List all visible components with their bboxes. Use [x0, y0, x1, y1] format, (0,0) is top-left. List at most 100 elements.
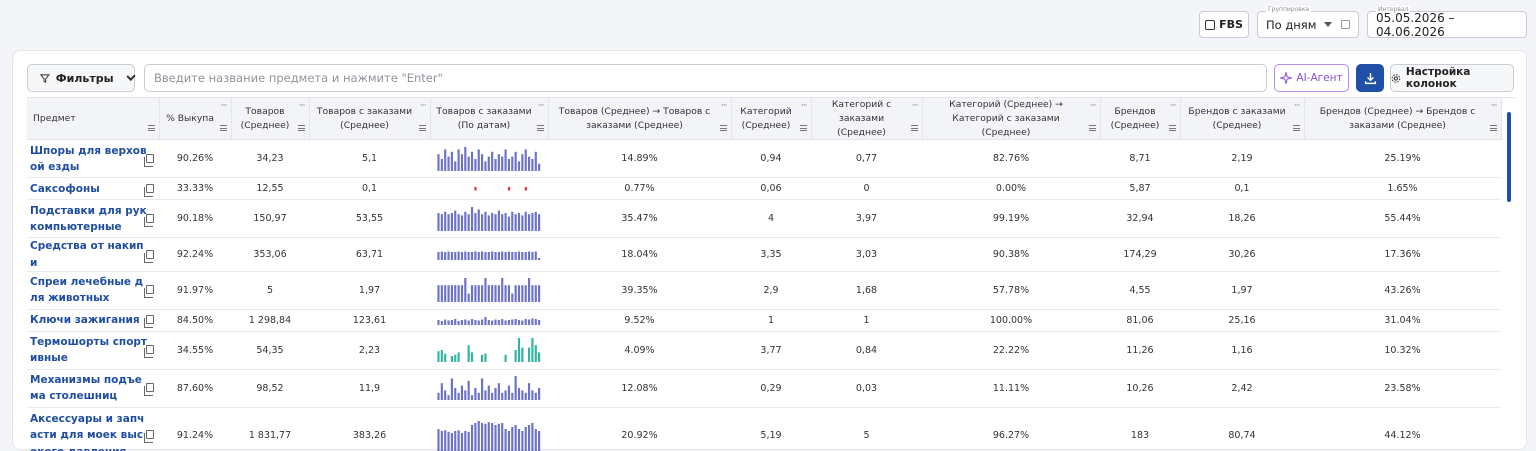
- copy-icon[interactable]: [144, 249, 154, 263]
- filters-button[interactable]: Фильтры: [27, 64, 136, 92]
- copy-icon[interactable]: [144, 285, 154, 299]
- filters-label: Фильтры: [55, 71, 114, 85]
- more-icon[interactable]: ···: [721, 100, 728, 114]
- sparkline-bar: [450, 320, 453, 326]
- table-cell-brand_ord: 1,97: [1180, 271, 1304, 310]
- table-row[interactable]: Шпоры для верховой езды 90.26% 34,23 5,1 14.…: [27, 139, 1501, 179]
- interval-field[interactable]: Интервал 05.05.2026 – 04.06.2026: [1367, 6, 1527, 39]
- sparkline-bar: [474, 251, 477, 260]
- menu-icon[interactable]: [1088, 125, 1096, 132]
- subject-cell: Термошорты спортивные: [27, 331, 159, 370]
- subject-link[interactable]: Спреи лечебные для животных: [30, 274, 148, 307]
- sparkline-bar: [538, 431, 541, 451]
- col-header[interactable]: ··· Товаров (Среднее): [231, 98, 310, 141]
- more-icon[interactable]: ···: [1090, 100, 1097, 114]
- data-table-container[interactable]: Предмет ··· % Выкупа ··· Товаров (Среднее)…: [27, 97, 1515, 451]
- download-button[interactable]: [1356, 64, 1384, 92]
- menu-icon[interactable]: [1168, 125, 1176, 132]
- menu-icon[interactable]: [1292, 125, 1300, 132]
- menu-icon[interactable]: [1489, 125, 1497, 132]
- more-icon[interactable]: ···: [1491, 100, 1498, 114]
- table-row[interactable]: Механизмы подъема столешниц 87.60% 98,52 11…: [27, 369, 1501, 408]
- sparkline-dot: [524, 186, 527, 191]
- sparkline-bar: [491, 393, 494, 401]
- subject-link[interactable]: Термошорты спортивные: [30, 334, 148, 367]
- more-icon[interactable]: ···: [912, 100, 919, 114]
- col-header[interactable]: ··· Категорий (Среднее): [731, 98, 812, 141]
- col-header[interactable]: ··· Категорий (Среднее) → Категорий с зак…: [922, 98, 1101, 141]
- table-row[interactable]: Ключи зажигания 84.50% 1 298,84 123,61 9.52%…: [27, 309, 1501, 332]
- sparkline-bar: [470, 319, 474, 326]
- grouping-select[interactable]: Группировка По дням: [1257, 6, 1359, 38]
- subject-link[interactable]: Ключи зажигания: [30, 312, 148, 328]
- col-header-label: Категорий (Среднее) → Категорий с заказа…: [949, 99, 1063, 138]
- more-icon[interactable]: ···: [221, 100, 228, 114]
- subject-link[interactable]: Средства от накипи: [30, 238, 148, 271]
- copy-icon[interactable]: [144, 345, 154, 359]
- table-cell-cat: 0,94: [731, 139, 811, 179]
- col-header[interactable]: ··· Товаров с заказами (Среднее): [309, 98, 431, 141]
- col-header[interactable]: ··· % Выкупа: [159, 98, 232, 141]
- table-row[interactable]: Термошорты спортивные 34.55% 54,35 2,23 4.09…: [27, 331, 1501, 370]
- table-row[interactable]: Средства от накипи 92.24% 353,06 63,71 18.04…: [27, 237, 1501, 272]
- copy-icon[interactable]: [144, 430, 154, 444]
- col-header[interactable]: Предмет: [27, 98, 160, 141]
- table-row[interactable]: Аксессуары и запчасти для моек высокого …: [27, 407, 1501, 451]
- sparkline-bar: [484, 390, 487, 401]
- copy-icon[interactable]: [144, 213, 154, 227]
- copy-icon[interactable]: [144, 383, 154, 397]
- subject-link[interactable]: Аксессуары и запчасти для моек высокого …: [30, 411, 148, 451]
- more-icon[interactable]: ···: [1294, 100, 1301, 114]
- menu-icon[interactable]: [297, 125, 305, 132]
- copy-icon[interactable]: [144, 153, 154, 167]
- more-icon[interactable]: ···: [801, 100, 808, 114]
- sparkline-bar: [538, 285, 541, 303]
- more-icon[interactable]: ···: [299, 100, 306, 114]
- fbs-toggle[interactable]: FBS: [1199, 11, 1249, 38]
- table-cell-brand_ord: 18,26: [1180, 199, 1304, 239]
- menu-icon[interactable]: [536, 125, 544, 132]
- sparkline-bar: [484, 317, 487, 326]
- copy-icon[interactable]: [144, 183, 154, 197]
- sparkline-bar: [531, 285, 534, 303]
- search-input[interactable]: [144, 64, 1267, 92]
- menu-icon[interactable]: [147, 125, 155, 132]
- more-icon[interactable]: ···: [538, 100, 545, 114]
- col-header[interactable]: ··· Брендов (Среднее): [1100, 98, 1181, 141]
- menu-icon[interactable]: [418, 125, 426, 132]
- col-header[interactable]: ··· Брендов (Среднее) → Брендов с заказам…: [1304, 98, 1502, 141]
- main-card: Фильтры AI-Агент Настройка колонок Предм…: [12, 50, 1527, 451]
- table-row[interactable]: Спреи лечебные для животных 91.97% 5 1,97 39…: [27, 271, 1501, 310]
- subject-link[interactable]: Механизмы подъема столешниц: [30, 372, 148, 405]
- copy-icon[interactable]: [144, 315, 154, 329]
- ai-agent-button[interactable]: AI-Агент: [1274, 64, 1349, 92]
- checkbox-icon[interactable]: [1205, 19, 1216, 30]
- sparkline-bar: [527, 156, 531, 171]
- menu-icon[interactable]: [799, 125, 807, 132]
- download-icon: [1364, 72, 1376, 84]
- menu-icon[interactable]: [910, 125, 918, 132]
- subject-link[interactable]: Шпоры для верховой езды: [30, 143, 148, 176]
- table-row[interactable]: Подставки для рук компьютерные 90.18% 150,…: [27, 199, 1501, 239]
- sparkline-bar: [467, 214, 470, 231]
- table-cell-conv3: 31.04%: [1304, 309, 1501, 332]
- col-header[interactable]: ··· Товаров с заказами (По датам): [430, 98, 549, 141]
- sparkline-bar: [538, 214, 541, 231]
- table-row[interactable]: Саксофоны 33.33% 12,55 0,1 0.77% 0,06 0 0.00% 5,…: [27, 177, 1501, 201]
- scrollbar-thumb[interactable]: [1507, 112, 1511, 202]
- menu-icon[interactable]: [219, 125, 227, 132]
- sparkline-bar: [454, 431, 457, 451]
- sparkline-bar: [487, 320, 490, 326]
- table-cell-conv2: 22.22%: [922, 331, 1100, 370]
- more-icon[interactable]: ···: [1170, 100, 1177, 114]
- menu-icon[interactable]: [719, 125, 727, 132]
- columns-settings-button[interactable]: Настройка колонок: [1390, 64, 1514, 92]
- more-icon[interactable]: ···: [420, 100, 427, 114]
- subject-link[interactable]: Подставки для рук компьютерные: [30, 203, 148, 236]
- col-header[interactable]: ··· Товаров (Среднее) → Товаров с заказам…: [548, 98, 732, 141]
- subject-link[interactable]: Саксофоны: [30, 181, 148, 197]
- col-header[interactable]: ··· Брендов с заказами (Среднее): [1180, 98, 1305, 141]
- sparkline-bar: [538, 352, 541, 363]
- col-header[interactable]: ··· Категорий с заказами (Среднее): [811, 98, 923, 141]
- table-cell-cat: 3,77: [731, 331, 811, 370]
